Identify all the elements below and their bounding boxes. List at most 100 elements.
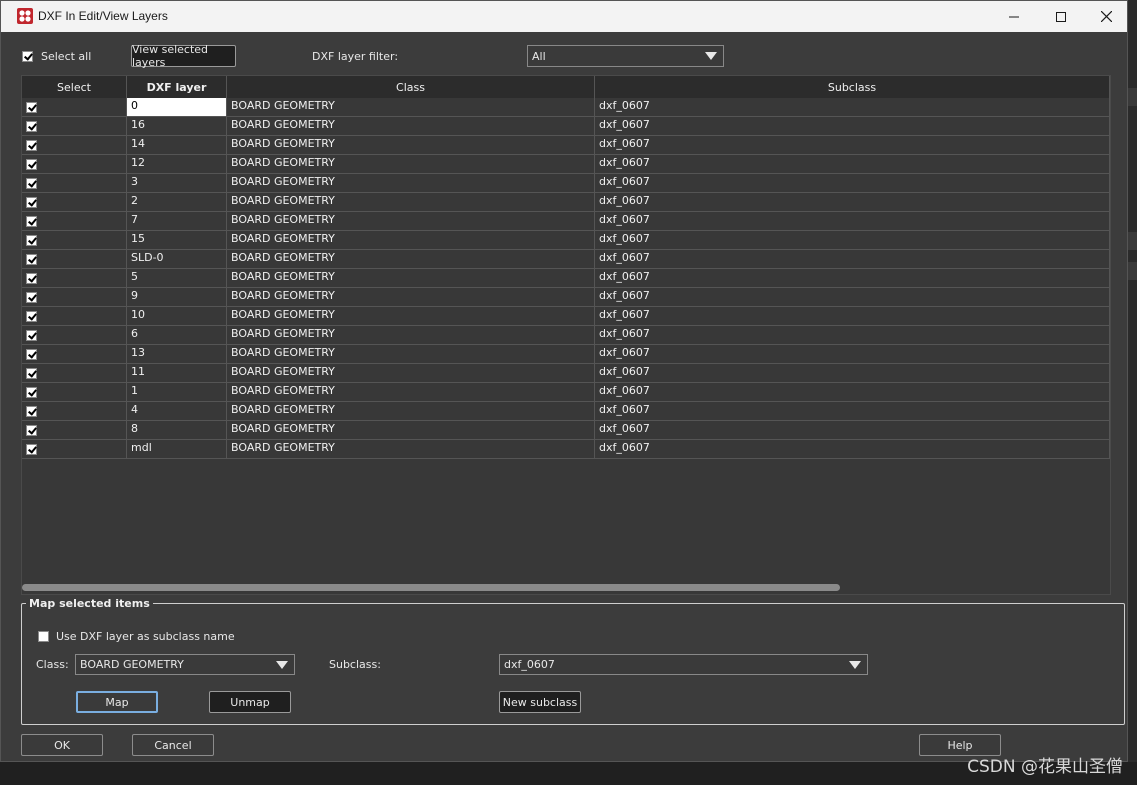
- subclass-cell[interactable]: dxf_0607: [595, 193, 1110, 211]
- subclass-cell[interactable]: dxf_0607: [595, 421, 1110, 439]
- class-cell[interactable]: BOARD GEOMETRY: [227, 174, 595, 192]
- class-cell[interactable]: BOARD GEOMETRY: [227, 421, 595, 439]
- table-row[interactable]: 1 BOARD GEOMETRY dxf_0607: [22, 383, 1110, 402]
- class-cell[interactable]: BOARD GEOMETRY: [227, 307, 595, 325]
- close-button[interactable]: [1083, 1, 1129, 32]
- subclass-cell[interactable]: dxf_0607: [595, 364, 1110, 382]
- table-row[interactable]: 7 BOARD GEOMETRY dxf_0607: [22, 212, 1110, 231]
- row-select-checkbox[interactable]: [26, 368, 37, 379]
- class-cell[interactable]: BOARD GEOMETRY: [227, 402, 595, 420]
- class-cell[interactable]: BOARD GEOMETRY: [227, 117, 595, 135]
- row-select-checkbox[interactable]: [26, 102, 37, 113]
- subclass-cell[interactable]: dxf_0607: [595, 174, 1110, 192]
- class-cell[interactable]: BOARD GEOMETRY: [227, 440, 595, 458]
- column-header-select[interactable]: Select: [22, 76, 127, 98]
- row-select-checkbox[interactable]: [26, 273, 37, 284]
- subclass-cell[interactable]: dxf_0607: [595, 98, 1110, 116]
- table-row[interactable]: 12 BOARD GEOMETRY dxf_0607: [22, 155, 1110, 174]
- row-select-checkbox[interactable]: [26, 349, 37, 360]
- table-row[interactable]: 4 BOARD GEOMETRY dxf_0607: [22, 402, 1110, 421]
- row-select-checkbox[interactable]: [26, 425, 37, 436]
- dxf-layer-cell[interactable]: 4: [127, 402, 227, 420]
- class-cell[interactable]: BOARD GEOMETRY: [227, 383, 595, 401]
- cancel-button[interactable]: Cancel: [132, 734, 214, 756]
- dxf-layer-cell[interactable]: 3: [127, 174, 227, 192]
- subclass-cell[interactable]: dxf_0607: [595, 212, 1110, 230]
- table-row[interactable]: 3 BOARD GEOMETRY dxf_0607: [22, 174, 1110, 193]
- table-row[interactable]: 2 BOARD GEOMETRY dxf_0607: [22, 193, 1110, 212]
- table-row[interactable]: 13 BOARD GEOMETRY dxf_0607: [22, 345, 1110, 364]
- subclass-cell[interactable]: dxf_0607: [595, 440, 1110, 458]
- row-select-checkbox[interactable]: [26, 387, 37, 398]
- dxf-layer-cell[interactable]: 8: [127, 421, 227, 439]
- class-select[interactable]: BOARD GEOMETRY: [75, 654, 295, 675]
- class-cell[interactable]: BOARD GEOMETRY: [227, 269, 595, 287]
- subclass-cell[interactable]: dxf_0607: [595, 307, 1110, 325]
- row-select-checkbox[interactable]: [26, 254, 37, 265]
- row-select-checkbox[interactable]: [26, 406, 37, 417]
- table-row[interactable]: 14 BOARD GEOMETRY dxf_0607: [22, 136, 1110, 155]
- unmap-button[interactable]: Unmap: [209, 691, 291, 713]
- row-select-checkbox[interactable]: [26, 292, 37, 303]
- table-row[interactable]: 0 BOARD GEOMETRY dxf_0607: [22, 98, 1110, 117]
- dxf-layer-cell[interactable]: 10: [127, 307, 227, 325]
- horizontal-scrollbar[interactable]: [22, 584, 840, 591]
- minimize-button[interactable]: [991, 1, 1037, 32]
- subclass-cell[interactable]: dxf_0607: [595, 345, 1110, 363]
- class-cell[interactable]: BOARD GEOMETRY: [227, 98, 595, 116]
- class-cell[interactable]: BOARD GEOMETRY: [227, 212, 595, 230]
- table-row[interactable]: 11 BOARD GEOMETRY dxf_0607: [22, 364, 1110, 383]
- dxf-layer-cell[interactable]: 2: [127, 193, 227, 211]
- dxf-layer-cell[interactable]: 7: [127, 212, 227, 230]
- subclass-cell[interactable]: dxf_0607: [595, 250, 1110, 268]
- subclass-cell[interactable]: dxf_0607: [595, 136, 1110, 154]
- row-select-checkbox[interactable]: [26, 444, 37, 455]
- use-dxf-layer-checkbox[interactable]: [38, 631, 49, 642]
- dxf-layer-cell[interactable]: 15: [127, 231, 227, 249]
- column-header-dxf-layer[interactable]: DXF layer: [127, 76, 227, 98]
- class-cell[interactable]: BOARD GEOMETRY: [227, 288, 595, 306]
- dxf-layer-cell[interactable]: 13: [127, 345, 227, 363]
- class-cell[interactable]: BOARD GEOMETRY: [227, 155, 595, 173]
- subclass-cell[interactable]: dxf_0607: [595, 117, 1110, 135]
- row-select-checkbox[interactable]: [26, 330, 37, 341]
- row-select-checkbox[interactable]: [26, 178, 37, 189]
- dxf-layer-filter-select[interactable]: All: [527, 45, 724, 67]
- maximize-button[interactable]: [1038, 1, 1084, 32]
- subclass-cell[interactable]: dxf_0607: [595, 326, 1110, 344]
- row-select-checkbox[interactable]: [26, 311, 37, 322]
- view-selected-layers-button[interactable]: View selected layers: [131, 43, 236, 69]
- subclass-cell[interactable]: dxf_0607: [595, 383, 1110, 401]
- dxf-layer-cell[interactable]: 5: [127, 269, 227, 287]
- class-cell[interactable]: BOARD GEOMETRY: [227, 136, 595, 154]
- subclass-cell[interactable]: dxf_0607: [595, 155, 1110, 173]
- class-cell[interactable]: BOARD GEOMETRY: [227, 345, 595, 363]
- dxf-layer-cell[interactable]: SLD-0: [127, 250, 227, 268]
- table-row[interactable]: 9 BOARD GEOMETRY dxf_0607: [22, 288, 1110, 307]
- subclass-cell[interactable]: dxf_0607: [595, 269, 1110, 287]
- table-row[interactable]: 5 BOARD GEOMETRY dxf_0607: [22, 269, 1110, 288]
- table-row[interactable]: mdl BOARD GEOMETRY dxf_0607: [22, 440, 1110, 459]
- dxf-layer-cell[interactable]: 0: [127, 98, 227, 116]
- column-header-subclass[interactable]: Subclass: [595, 76, 1110, 98]
- class-cell[interactable]: BOARD GEOMETRY: [227, 250, 595, 268]
- class-cell[interactable]: BOARD GEOMETRY: [227, 364, 595, 382]
- map-button[interactable]: Map: [76, 691, 158, 713]
- dxf-layer-cell[interactable]: 12: [127, 155, 227, 173]
- dxf-layer-cell[interactable]: 9: [127, 288, 227, 306]
- row-select-checkbox[interactable]: [26, 197, 37, 208]
- ok-button[interactable]: OK: [21, 734, 103, 756]
- table-row[interactable]: 8 BOARD GEOMETRY dxf_0607: [22, 421, 1110, 440]
- row-select-checkbox[interactable]: [26, 159, 37, 170]
- row-select-checkbox[interactable]: [26, 235, 37, 246]
- table-row[interactable]: 10 BOARD GEOMETRY dxf_0607: [22, 307, 1110, 326]
- class-cell[interactable]: BOARD GEOMETRY: [227, 231, 595, 249]
- subclass-cell[interactable]: dxf_0607: [595, 288, 1110, 306]
- table-row[interactable]: 16 BOARD GEOMETRY dxf_0607: [22, 117, 1110, 136]
- dxf-layer-cell[interactable]: 16: [127, 117, 227, 135]
- column-header-class[interactable]: Class: [227, 76, 595, 98]
- row-select-checkbox[interactable]: [26, 216, 37, 227]
- dxf-layer-cell[interactable]: 1: [127, 383, 227, 401]
- dxf-layer-cell[interactable]: 14: [127, 136, 227, 154]
- table-row[interactable]: 15 BOARD GEOMETRY dxf_0607: [22, 231, 1110, 250]
